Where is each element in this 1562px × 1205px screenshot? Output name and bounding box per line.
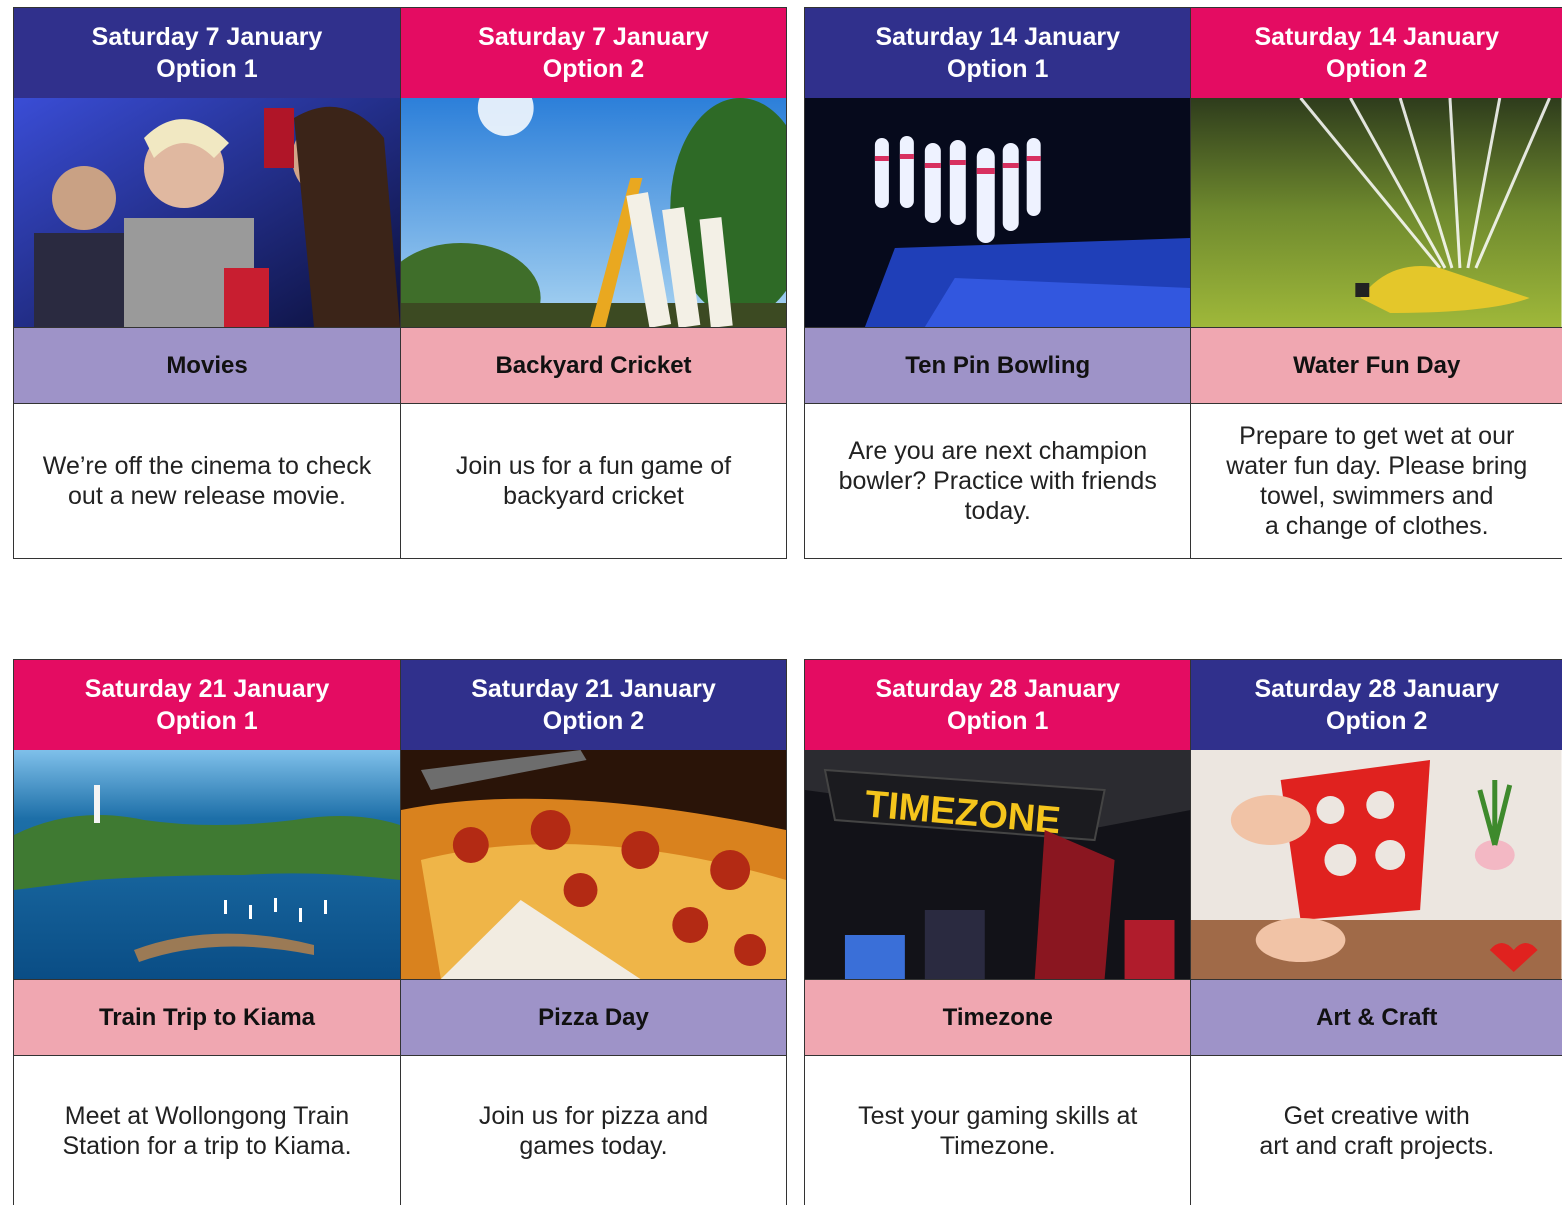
card-title: Backyard Cricket <box>401 327 786 404</box>
card-title: Timezone <box>805 979 1191 1056</box>
card-title: Ten Pin Bowling <box>805 327 1191 404</box>
card-title: Art & Craft <box>1191 979 1562 1056</box>
card-date: Saturday 7 January <box>91 23 323 51</box>
card-title: Movies <box>14 327 400 404</box>
card-option: Option 2 <box>1326 55 1428 83</box>
activity-card: Saturday 21 January Option 1 Train Trip … <box>14 660 400 1205</box>
card-description: Are you are next champion bowler? Practi… <box>838 437 1157 525</box>
card-title: Water Fun Day <box>1191 327 1562 404</box>
activity-card: Saturday 7 January Option 2 Backyard Cri… <box>400 8 786 558</box>
card-date: Saturday 21 January <box>471 675 716 703</box>
card-date: Saturday 21 January <box>84 675 330 703</box>
activity-card: Saturday 14 January Option 1 Ten Pin Bow… <box>805 8 1191 558</box>
activity-card: Saturday 28 January Option 2 Art & Craft… <box>1190 660 1562 1205</box>
card-date: Saturday 14 January <box>1254 23 1500 51</box>
card-date: Saturday 7 January <box>478 23 709 51</box>
bowling-pins-photo <box>805 98 1191 327</box>
card-header: Saturday 21 January Option 2 <box>401 660 786 750</box>
activity-card: Saturday 14 January Option 2 Water Fun D… <box>1190 8 1562 558</box>
card-description: Join us for a fun game of backyard crick… <box>455 452 732 510</box>
activity-block-week-1: Saturday 7 January Option 1 Movies We’re… <box>13 7 787 559</box>
card-option: Option 1 <box>947 55 1049 83</box>
cinema-audience-photo <box>14 98 400 327</box>
card-option: Option 1 <box>156 707 258 735</box>
pizza-slice-photo <box>401 750 786 979</box>
card-title: Train Trip to Kiama <box>14 979 400 1056</box>
card-header: Saturday 7 January Option 1 <box>14 8 400 98</box>
activity-block-week-2: Saturday 14 January Option 1 Ten Pin Bow… <box>804 7 1562 559</box>
timezone-arcade-photo: TIMEZONE <box>805 750 1191 979</box>
card-description: Meet at Wollongong Train Station for a t… <box>62 1101 352 1160</box>
lawn-sprinkler-photo <box>1191 98 1562 327</box>
activity-block-week-3: Saturday 21 January Option 1 Train Trip … <box>13 659 787 1205</box>
card-date: Saturday 28 January <box>875 675 1121 703</box>
card-date: Saturday 14 January <box>875 23 1121 51</box>
activity-card: Saturday 7 January Option 1 Movies We’re… <box>14 8 400 558</box>
card-header: Saturday 14 January Option 2 <box>1191 8 1562 98</box>
card-option: Option 2 <box>1326 707 1428 735</box>
card-option: Option 1 <box>947 707 1049 735</box>
card-header: Saturday 21 January Option 1 <box>14 660 400 750</box>
harbour-aerial-photo <box>14 750 400 979</box>
activity-block-week-4: Saturday 28 January Option 1 TIMEZONE Ti… <box>804 659 1562 1205</box>
card-description: Get creative with art and craft projects… <box>1259 1101 1495 1160</box>
card-description: We’re off the cinema to check out a new … <box>42 452 372 510</box>
card-description: Prepare to get wet at our water fun day.… <box>1226 422 1528 540</box>
card-header: Saturday 28 January Option 2 <box>1191 660 1562 750</box>
paper-hearts-craft-photo <box>1191 750 1562 979</box>
card-description: Test your gaming skills at Timezone. <box>858 1101 1138 1160</box>
card-description: Join us for pizza and games today. <box>478 1101 709 1160</box>
activity-card: Saturday 21 January Option 2 Pizza Day J… <box>400 660 786 1205</box>
card-option: Option 2 <box>542 707 645 735</box>
card-header: Saturday 28 January Option 1 <box>805 660 1191 750</box>
card-date: Saturday 28 January <box>1254 675 1500 703</box>
card-option: Option 1 <box>156 55 258 83</box>
card-header: Saturday 14 January Option 1 <box>805 8 1191 98</box>
card-option: Option 2 <box>542 55 645 83</box>
card-title: Pizza Day <box>401 979 786 1056</box>
cricket-stumps-photo <box>401 98 786 327</box>
card-header: Saturday 7 January Option 2 <box>401 8 786 98</box>
activity-card: Saturday 28 January Option 1 TIMEZONE Ti… <box>805 660 1191 1205</box>
